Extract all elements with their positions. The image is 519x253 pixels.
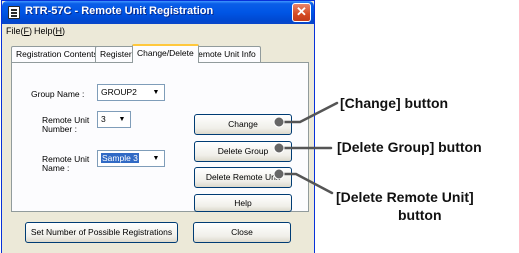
delete-group-pointer-dot: [273, 142, 285, 154]
delete-remote-unit-button-callout-line2: button: [398, 207, 442, 223]
delete-remote-unit-button-callout-line1: [Delete Remote Unit]: [336, 189, 474, 205]
change-leader-line: [277, 101, 339, 124]
delete-group-button-callout: [Delete Group] button: [337, 139, 482, 155]
change-button-callout: [Change] button: [340, 95, 449, 111]
change-pointer-dot: [273, 116, 285, 128]
delete-remote-unit-leader-line: [277, 172, 334, 195]
delete-remote-unit-pointer-dot: [273, 168, 285, 180]
tab-change-delete[interactable]: Change/Delete: [132, 44, 199, 63]
